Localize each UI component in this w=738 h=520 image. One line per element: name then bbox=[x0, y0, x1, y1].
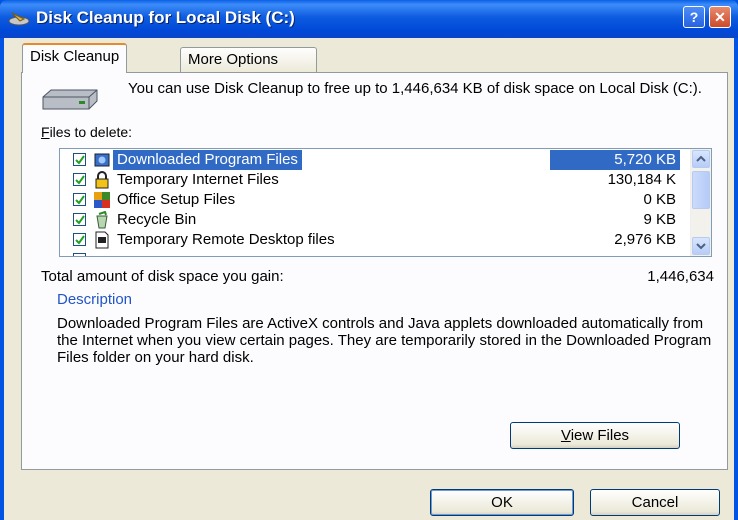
list-item[interactable]: Office Setup Files 0 KB bbox=[60, 190, 680, 210]
checkbox[interactable] bbox=[73, 173, 86, 186]
list-item-partial[interactable] bbox=[60, 250, 680, 256]
files-label-access-key: F bbox=[41, 124, 50, 140]
total-value: 1,446,634 bbox=[647, 268, 714, 285]
list-item[interactable]: Downloaded Program Files 5,720 KB bbox=[60, 150, 680, 170]
checkbox[interactable] bbox=[73, 213, 86, 226]
checkbox[interactable] bbox=[73, 233, 86, 246]
files-label-text: iles to delete: bbox=[49, 124, 133, 140]
downloaded-programs-icon bbox=[94, 153, 110, 167]
chevron-down-icon bbox=[696, 243, 706, 250]
files-list[interactable]: Downloaded Program Files 5,720 KB Tempor… bbox=[59, 148, 712, 257]
ok-button[interactable]: OK bbox=[430, 489, 574, 516]
scroll-thumb[interactable] bbox=[692, 171, 710, 209]
lock-icon bbox=[95, 171, 109, 189]
hard-drive-icon bbox=[42, 89, 98, 110]
file-size: 130,184 K bbox=[607, 171, 676, 188]
file-size: 9 KB bbox=[643, 211, 676, 228]
file-name: Downloaded Program Files bbox=[113, 150, 302, 170]
recycle-bin-icon bbox=[96, 211, 108, 229]
checkbox[interactable] bbox=[73, 153, 86, 166]
list-item[interactable]: Temporary Remote Desktop files 2,976 KB bbox=[60, 230, 680, 250]
list-scrollbar[interactable] bbox=[690, 149, 711, 256]
checkbox[interactable] bbox=[73, 193, 86, 206]
scroll-down-button[interactable] bbox=[692, 237, 710, 255]
intro-text: You can use Disk Cleanup to free up to 1… bbox=[128, 80, 702, 97]
view-files-label: iew Files bbox=[570, 427, 630, 444]
close-button[interactable]: ✕ bbox=[709, 6, 731, 28]
scroll-up-button[interactable] bbox=[692, 150, 710, 168]
file-size: 5,720 KB bbox=[550, 150, 680, 170]
view-files-access-key: V bbox=[560, 427, 571, 444]
disk-cleanup-icon bbox=[8, 12, 30, 26]
dialog-client-area: Disk Cleanup More Options You can use Di… bbox=[4, 38, 734, 520]
checkbox[interactable] bbox=[73, 253, 86, 256]
cancel-button[interactable]: Cancel bbox=[590, 489, 720, 516]
tab-disk-cleanup[interactable]: Disk Cleanup bbox=[22, 43, 128, 73]
total-label: Total amount of disk space you gain: bbox=[41, 268, 284, 285]
file-name: Recycle Bin bbox=[117, 211, 197, 228]
chevron-up-icon bbox=[696, 155, 706, 162]
file-name: Temporary Internet Files bbox=[117, 171, 279, 188]
office-icon bbox=[94, 192, 110, 208]
list-item[interactable]: Recycle Bin 9 KB bbox=[60, 210, 680, 230]
description-heading: Description bbox=[57, 291, 133, 308]
file-name: Temporary Remote Desktop files bbox=[117, 231, 335, 248]
list-item[interactable]: Temporary Internet Files 130,184 K bbox=[60, 170, 680, 190]
tab-more-options[interactable]: More Options bbox=[180, 47, 317, 73]
description-text: Downloaded Program Files are ActiveX con… bbox=[57, 315, 712, 366]
window-title: Disk Cleanup for Local Disk (C:) bbox=[36, 8, 295, 27]
file-size: 0 KB bbox=[643, 191, 676, 208]
files-to-delete-label: Files to delete: bbox=[41, 124, 132, 140]
remote-desktop-icon bbox=[95, 231, 109, 249]
window-frame: Disk Cleanup for Local Disk (C:) ? ✕ Dis… bbox=[0, 0, 738, 520]
view-files-button[interactable]: View Files bbox=[510, 422, 680, 449]
help-button[interactable]: ? bbox=[683, 6, 705, 28]
title-bar[interactable]: Disk Cleanup for Local Disk (C:) ? ✕ bbox=[0, 0, 738, 38]
file-name: Office Setup Files bbox=[117, 191, 236, 208]
file-size: 2,976 KB bbox=[614, 231, 676, 248]
